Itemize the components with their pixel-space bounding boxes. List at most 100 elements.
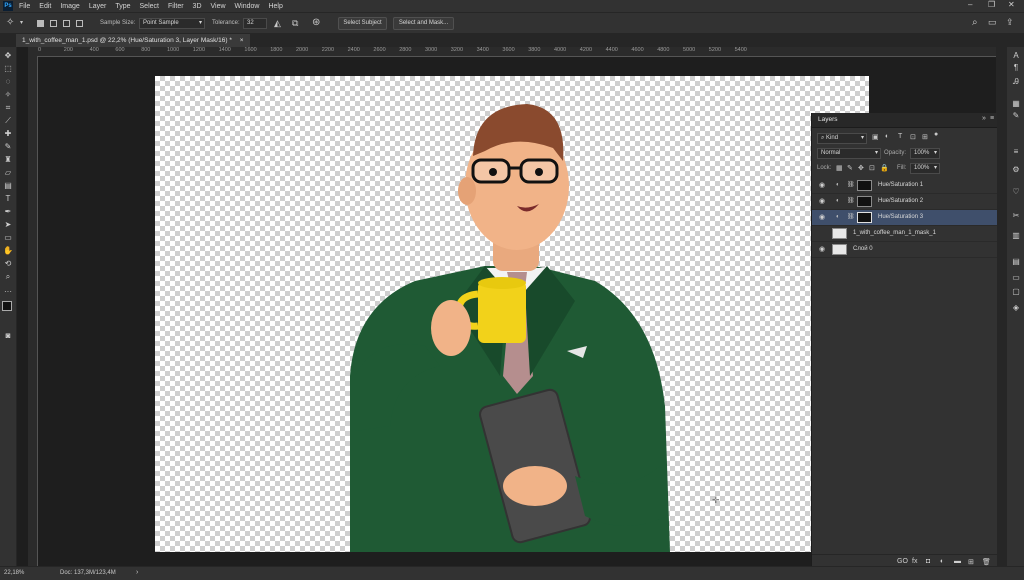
- zoom-tool-icon[interactable]: ⌕: [3, 272, 13, 282]
- marquee-tool-icon[interactable]: ⬚: [3, 64, 13, 74]
- menu-layer[interactable]: Layer: [89, 3, 107, 10]
- layer-row-selected[interactable]: ◉ ◐ ⛓ Hue/Saturation 3: [812, 210, 997, 226]
- lock-artboard-icon[interactable]: ⊡: [869, 164, 875, 172]
- intersect-selection-icon[interactable]: [76, 20, 83, 27]
- blend-mode-select[interactable]: Normal ▾: [817, 148, 881, 159]
- layer-style-icon[interactable]: fx: [912, 558, 917, 565]
- move-tool-icon[interactable]: ✥: [3, 51, 13, 61]
- hand-tool-icon[interactable]: ✋: [3, 246, 13, 256]
- filter-type-icon[interactable]: T: [898, 133, 902, 140]
- layer-mask-thumbnail[interactable]: [857, 180, 872, 191]
- crop-tool-icon[interactable]: ⌗: [3, 103, 13, 113]
- lock-transparency-icon[interactable]: ▦: [836, 164, 843, 172]
- link-icon[interactable]: ⛓: [847, 213, 855, 220]
- trash-icon[interactable]: 🗑: [982, 558, 991, 566]
- search-icon[interactable]: ⌕: [972, 17, 978, 28]
- magic-wand-tool-icon[interactable]: ✧: [3, 90, 13, 100]
- menu-window[interactable]: Window: [235, 3, 260, 10]
- magic-wand-icon[interactable]: ✧: [6, 17, 14, 28]
- lock-all-icon[interactable]: 🔒: [880, 164, 889, 172]
- styles-icon[interactable]: ▢: [1010, 287, 1022, 297]
- minimize-button[interactable]: –: [968, 0, 972, 9]
- add-selection-icon[interactable]: [50, 20, 57, 27]
- eraser-tool-icon[interactable]: ▱: [3, 168, 13, 178]
- status-menu-arrow[interactable]: ›: [136, 569, 138, 576]
- workspace-icon[interactable]: ▭: [988, 17, 997, 28]
- quick-mask-icon[interactable]: ◙: [3, 331, 13, 341]
- filter-smart-object-icon[interactable]: ⊞: [922, 133, 928, 141]
- more-tools-icon[interactable]: ···: [3, 287, 13, 297]
- layer-mask-thumbnail[interactable]: [857, 196, 872, 207]
- layer-thumbnail[interactable]: [832, 228, 847, 239]
- path-selection-icon[interactable]: ➤: [3, 220, 13, 230]
- layers-icon[interactable]: ◈: [1010, 303, 1022, 313]
- foreground-color-swatch[interactable]: [2, 301, 12, 311]
- filter-shape-icon[interactable]: ⊡: [910, 133, 916, 141]
- menu-image[interactable]: Image: [60, 3, 79, 10]
- menu-file[interactable]: File: [19, 3, 30, 10]
- new-layer-icon[interactable]: ⊞: [968, 558, 974, 566]
- select-subject-button[interactable]: Select Subject: [338, 17, 387, 30]
- panel-menu-icon[interactable]: ≡: [990, 115, 994, 122]
- new-group-icon[interactable]: ▬: [954, 558, 961, 565]
- opacity-input[interactable]: 100% ▾: [910, 148, 940, 159]
- document-canvas[interactable]: [155, 76, 869, 552]
- panel-collapse-icon[interactable]: »: [982, 115, 986, 122]
- layer-row[interactable]: 1_with_coffee_man_1_mask_1: [812, 226, 997, 242]
- layer-filter-select[interactable]: ⌕ Kind ▾: [817, 133, 867, 144]
- paths-icon[interactable]: ▭: [1010, 273, 1022, 283]
- pen-tool-icon[interactable]: ✒: [3, 207, 13, 217]
- layers-panel-title[interactable]: Layers: [818, 116, 838, 123]
- fill-input[interactable]: 100% ▾: [910, 163, 940, 174]
- link-layers-icon[interactable]: GO: [897, 558, 908, 565]
- anti-alias-icon[interactable]: ◭: [274, 18, 281, 29]
- brush-settings-icon[interactable]: ✎: [1010, 111, 1022, 121]
- lock-position-icon[interactable]: ✥: [858, 164, 864, 172]
- brush-tool-icon[interactable]: ✎: [3, 142, 13, 152]
- close-tab-icon[interactable]: ×: [240, 37, 244, 44]
- rectangle-tool-icon[interactable]: ▭: [3, 233, 13, 243]
- close-window-button[interactable]: ✕: [1008, 0, 1015, 9]
- eye-icon[interactable]: ◉: [819, 213, 825, 221]
- tools-icon[interactable]: ✂: [1010, 211, 1022, 221]
- link-icon[interactable]: ⛓: [847, 197, 855, 204]
- lasso-tool-icon[interactable]: ◌: [3, 77, 13, 87]
- swatches-icon[interactable]: ▥: [1010, 231, 1022, 241]
- new-selection-icon[interactable]: [37, 20, 44, 27]
- chevron-down-icon[interactable]: ▾: [20, 19, 23, 26]
- channels-icon[interactable]: ▤: [1010, 257, 1022, 267]
- menu-edit[interactable]: Edit: [39, 3, 51, 10]
- select-and-mask-button[interactable]: Select and Mask...: [393, 17, 454, 30]
- sample-all-layers-icon[interactable]: ⊛: [312, 17, 320, 28]
- adjustments-icon[interactable]: ≡: [1010, 147, 1022, 157]
- healing-brush-icon[interactable]: ✚: [3, 129, 13, 139]
- contiguous-icon[interactable]: ⧉: [292, 18, 298, 29]
- libraries-icon[interactable]: ♡: [1010, 187, 1022, 197]
- type-tool-icon[interactable]: T: [3, 194, 13, 204]
- menu-filter[interactable]: Filter: [168, 3, 184, 10]
- menu-select[interactable]: Select: [140, 3, 159, 10]
- properties-icon[interactable]: ⚙: [1010, 165, 1022, 175]
- menu-3d[interactable]: 3D: [193, 3, 202, 10]
- tolerance-input[interactable]: 32: [243, 18, 267, 29]
- paragraph-icon[interactable]: ¶: [1010, 63, 1022, 73]
- character-icon[interactable]: A: [1010, 51, 1022, 61]
- subtract-selection-icon[interactable]: [63, 20, 70, 27]
- filter-adjustment-icon[interactable]: ◐: [885, 133, 889, 140]
- share-icon[interactable]: ⇪: [1006, 17, 1014, 28]
- gradient-tool-icon[interactable]: ▤: [3, 181, 13, 191]
- eye-icon[interactable]: ◉: [819, 181, 825, 189]
- history-icon[interactable]: ▦: [1010, 99, 1022, 109]
- zoom-level[interactable]: 22,18%: [4, 570, 24, 576]
- clone-stamp-icon[interactable]: ♜: [3, 155, 13, 165]
- lock-pixels-icon[interactable]: ✎: [847, 164, 853, 172]
- document-tab[interactable]: 1_with_coffee_man_1.psd @ 22,2% (Hue/Sat…: [16, 34, 250, 47]
- layer-thumbnail[interactable]: [832, 244, 847, 255]
- layer-row[interactable]: ◉ Слой 0: [812, 242, 997, 258]
- rotate-view-icon[interactable]: ⟲: [3, 259, 13, 269]
- add-mask-icon[interactable]: ◘: [926, 558, 930, 565]
- eyedropper-tool-icon[interactable]: ⟋: [3, 116, 13, 126]
- eye-icon[interactable]: ◉: [819, 197, 825, 205]
- filter-pixel-icon[interactable]: ▣: [872, 133, 879, 141]
- eye-icon[interactable]: ◉: [819, 245, 825, 253]
